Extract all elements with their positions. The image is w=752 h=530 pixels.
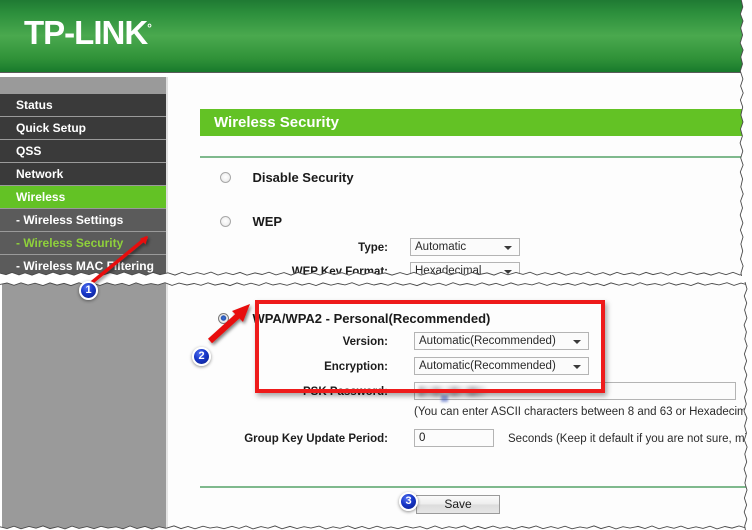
- section-divider-bottom: [200, 486, 748, 488]
- tp-link-logo: TP-LINK°: [24, 14, 152, 52]
- psk-password-redaction: [419, 386, 487, 397]
- wep-type-value: Automatic: [415, 241, 467, 253]
- registered-mark: °: [147, 21, 152, 35]
- sidebar-item-wireless-mac-filtering[interactable]: - Wireless MAC Filtering: [0, 255, 166, 276]
- callout-badge-3: 3: [399, 492, 418, 511]
- save-button[interactable]: Save: [416, 495, 500, 514]
- sidebar-item-wireless[interactable]: Wireless: [0, 186, 166, 209]
- option-wep-label: WEP: [252, 214, 283, 230]
- wep-type-select[interactable]: Automatic: [410, 238, 520, 256]
- callout-badge-1: 1: [79, 281, 98, 300]
- router-page-bottom-fragment: WPA/WPA2 - Personal(Recommended) Version…: [0, 282, 748, 530]
- psk-password-input[interactable]: [414, 382, 736, 402]
- router-page-top-fragment: TP-LINK° Status Quick Setup QSS Network …: [0, 0, 744, 276]
- chevron-down-icon: [504, 270, 512, 274]
- sidebar-navigation: Status Quick Setup QSS Network Wireless …: [0, 77, 168, 276]
- sidebar-item-qss[interactable]: QSS: [0, 140, 166, 163]
- option-wpa-wpa2[interactable]: WPA/WPA2 - Personal(Recommended): [218, 310, 490, 328]
- option-wep[interactable]: WEP: [220, 213, 282, 231]
- wpa-encryption-value: Automatic(Recommended): [419, 360, 556, 372]
- page-title: Wireless Security: [200, 109, 744, 136]
- sidebar-item-status[interactable]: Status: [0, 94, 166, 117]
- group-key-update-period-label: Group Key Update Period:: [244, 433, 388, 445]
- screenshot-root: TP-LINK° Status Quick Setup QSS Network …: [0, 0, 752, 530]
- wpa-version-select[interactable]: Automatic(Recommended): [414, 332, 589, 350]
- wep-key-format-label: WEP Key Format:: [291, 266, 388, 276]
- brand-header: TP-LINK°: [0, 0, 744, 72]
- radio-wep[interactable]: [220, 216, 231, 228]
- group-key-update-period-hint: Seconds (Keep it default if you are not …: [508, 433, 748, 445]
- sidebar-item-quick-setup[interactable]: Quick Setup: [0, 117, 166, 140]
- wep-type-label: Type:: [358, 242, 388, 254]
- wpa-version-label: Version:: [342, 336, 388, 348]
- radio-disable-security[interactable]: [220, 172, 231, 184]
- sidebar-top-spacer: [0, 77, 166, 94]
- wpa-encryption-select[interactable]: Automatic(Recommended): [414, 357, 589, 375]
- option-wpa-wpa2-label: WPA/WPA2 - Personal(Recommended): [252, 311, 491, 327]
- option-disable-security[interactable]: Disable Security: [220, 169, 354, 187]
- psk-password-hint: (You can enter ASCII characters between …: [414, 406, 747, 418]
- wpa-encryption-label: Encryption:: [324, 361, 388, 373]
- wep-key-format-value: Hexadecimal: [415, 265, 482, 276]
- group-key-update-period-value: 0: [419, 432, 426, 444]
- psk-password-redaction-cursor: [441, 395, 448, 402]
- content-area-top: Wireless Security Disable Security WEP T…: [168, 77, 744, 276]
- callout-badge-2: 2: [192, 347, 211, 366]
- sidebar-item-wireless-settings[interactable]: - Wireless Settings: [0, 209, 166, 232]
- chevron-down-icon: [573, 365, 581, 369]
- psk-password-label: PSK Password:: [303, 386, 388, 398]
- sidebar-empty-continuation: [2, 282, 168, 530]
- wpa-version-value: Automatic(Recommended): [419, 335, 556, 347]
- section-divider-top: [200, 156, 744, 158]
- chevron-down-icon: [504, 246, 512, 250]
- group-key-update-period-input[interactable]: 0: [414, 429, 494, 447]
- brand-name: TP-LINK: [24, 14, 148, 51]
- option-disable-security-label: Disable Security: [252, 170, 354, 186]
- radio-wpa-wpa2[interactable]: [218, 313, 229, 325]
- sidebar-item-network[interactable]: Network: [0, 163, 166, 186]
- content-area-bottom: WPA/WPA2 - Personal(Recommended) Version…: [168, 282, 748, 530]
- wep-key-format-select[interactable]: Hexadecimal: [410, 262, 520, 276]
- sidebar-item-wireless-security[interactable]: - Wireless Security: [0, 232, 166, 255]
- chevron-down-icon: [573, 340, 581, 344]
